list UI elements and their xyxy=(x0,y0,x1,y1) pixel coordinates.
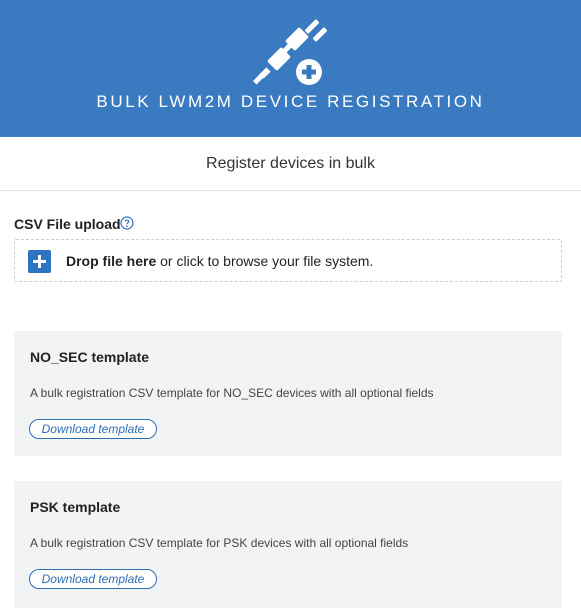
template-card-no-sec: NO_SEC template A bulk registration CSV … xyxy=(14,331,562,456)
download-template-button[interactable]: Download template xyxy=(29,569,157,589)
template-card-psk: PSK template A bulk registration CSV tem… xyxy=(14,481,562,608)
page-header: BULK LWM2M DEVICE REGISTRATION xyxy=(0,0,581,137)
template-description: A bulk registration CSV template for NO_… xyxy=(30,386,434,400)
subheader: Register devices in bulk xyxy=(0,137,581,191)
template-title: PSK template xyxy=(30,499,121,515)
add-file-icon[interactable] xyxy=(28,250,51,273)
file-dropzone[interactable]: Drop file here or click to browse your f… xyxy=(14,239,562,282)
plug-add-icon xyxy=(252,19,328,85)
help-circle-icon[interactable] xyxy=(120,216,134,230)
csv-upload-label: CSV File upload xyxy=(14,216,121,232)
browse-files-label: or click to browse your file system. xyxy=(160,253,374,269)
template-description: A bulk registration CSV template for PSK… xyxy=(30,536,409,550)
page-title: BULK LWM2M DEVICE REGISTRATION xyxy=(96,92,485,111)
drop-file-label: Drop file here xyxy=(66,253,157,269)
subheader-title: Register devices in bulk xyxy=(206,155,375,172)
dropzone-text: Drop file here or click to browse your f… xyxy=(66,253,373,269)
download-template-button[interactable]: Download template xyxy=(29,419,157,439)
template-title: NO_SEC template xyxy=(30,349,150,365)
